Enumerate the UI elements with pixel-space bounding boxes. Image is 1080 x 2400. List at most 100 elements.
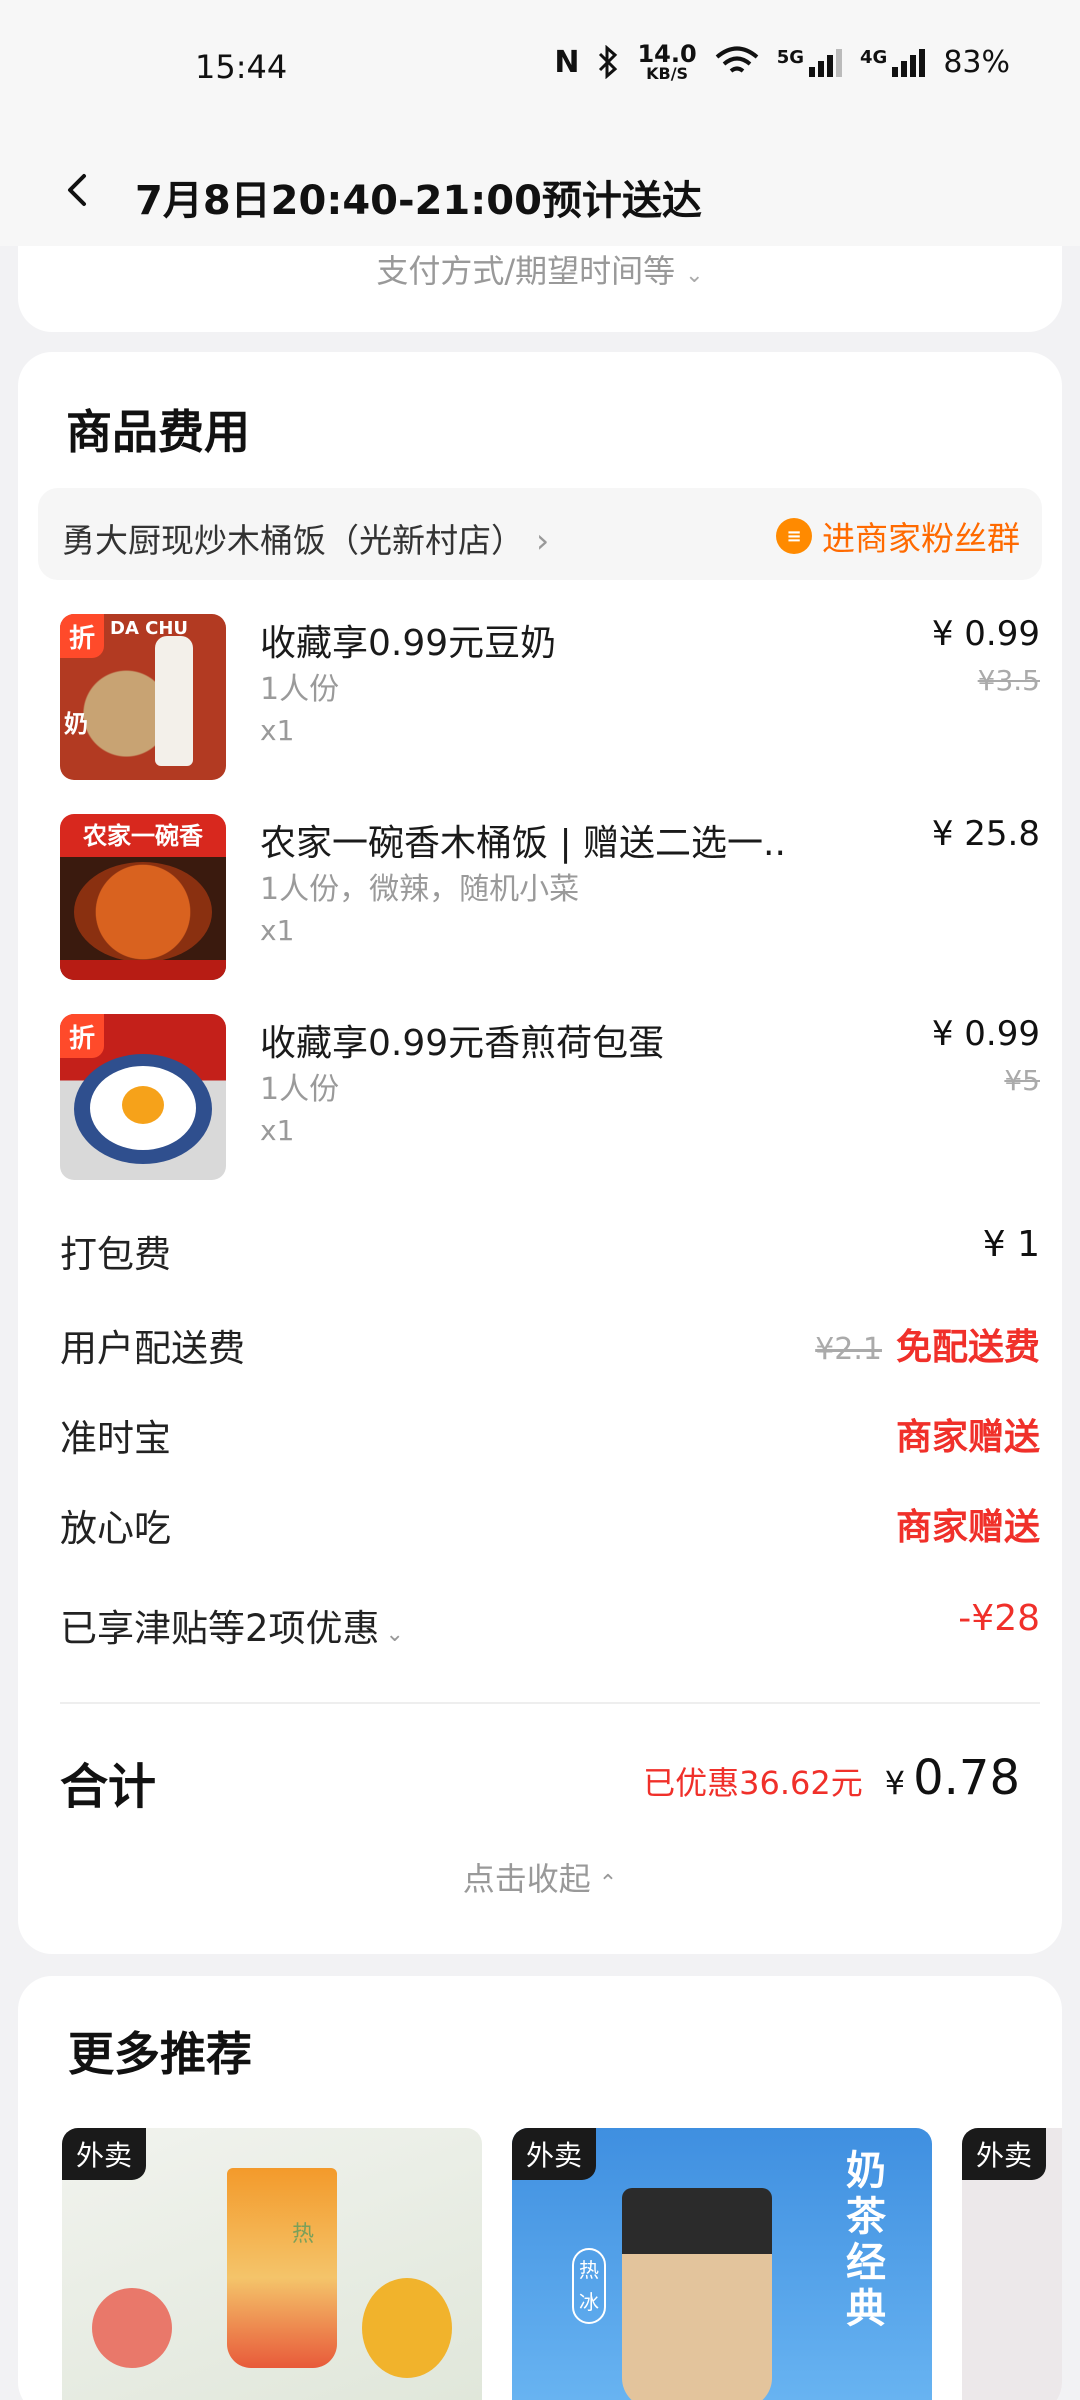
- nfc-icon: N: [554, 44, 580, 80]
- fee-value: ¥ 1: [982, 1224, 1040, 1265]
- bluetooth-icon: [599, 45, 618, 79]
- network-speed: 14.0 KB/S: [637, 42, 696, 82]
- discount-row[interactable]: 已享津贴等2项优惠 ⌄ -¥28: [60, 1598, 1040, 1658]
- milk-tea-cup-image: [622, 2188, 772, 2400]
- signal-5g-icon: 5G: [777, 47, 842, 77]
- promo-slogan: 奶茶经典: [846, 2148, 886, 2332]
- item-name: 农家一碗香木桶饭 | 赠送二选一..: [260, 823, 786, 864]
- payment-options-label: 支付方式/期望时间等: [376, 252, 676, 290]
- item-price: ¥ 0.99: [931, 1014, 1040, 1054]
- page-title: 7月8日20:40-21:00预计送达: [135, 178, 702, 224]
- total-label: 合计: [60, 1759, 157, 1815]
- item-qty: x1: [260, 1114, 295, 1147]
- net-speed-unit: KB/S: [646, 64, 689, 83]
- hot-cold-badge: 热冰: [572, 2248, 606, 2324]
- fee-label: 打包费: [60, 1233, 171, 1276]
- store-name-link[interactable]: 勇大厨现炒木桶饭（光新村店） ›: [62, 514, 549, 562]
- fee-value: -¥28: [958, 1598, 1040, 1639]
- discount-tag: 折: [60, 1014, 104, 1058]
- grapefruit-image: [92, 2288, 172, 2368]
- battery-level: 83%: [943, 44, 1010, 80]
- item-name: 收藏享0.99元香煎荷包蛋: [260, 1023, 665, 1064]
- item-spec: 1人份，微辣，随机小菜: [260, 872, 580, 907]
- mango-image: [362, 2278, 452, 2378]
- item-qty: x1: [260, 714, 295, 747]
- item-spec: 1人份: [260, 1072, 340, 1107]
- discount-toggle[interactable]: 已享津贴等2项优惠 ⌄: [60, 1598, 404, 1652]
- discount-tag: 折: [60, 614, 104, 658]
- total-summary: 已优惠36.62元 ¥0.78: [643, 1750, 1020, 1806]
- takeout-tag: 外卖: [512, 2128, 597, 2180]
- thumb-banner: 农家一碗香: [83, 822, 203, 850]
- chat-group-icon: ≡: [776, 518, 812, 554]
- takeout-tag: 外卖: [62, 2128, 147, 2180]
- fee-original-value: ¥2.1: [815, 1332, 882, 1367]
- fee-label: 准时宝: [60, 1417, 171, 1460]
- chevron-right-icon: ›: [536, 521, 550, 560]
- soy-milk-bottle-image: [155, 636, 193, 766]
- item-original-price: ¥3.5: [977, 664, 1040, 697]
- thumb-strip: [60, 960, 226, 980]
- item-thumbnail: 折: [60, 1014, 226, 1180]
- fee-label: 放心吃: [60, 1507, 171, 1550]
- fan-group-label: 进商家粉丝群: [822, 519, 1020, 558]
- fee-label: 已享津贴等2项优惠: [60, 1607, 380, 1650]
- status-bar: 15:44 N 14.0 KB/S 5G 4G 83%: [0, 0, 1080, 130]
- signal-4g-label: 4G: [860, 47, 888, 68]
- cold-label: 冰: [579, 2290, 599, 2314]
- item-qty: x1: [260, 914, 295, 947]
- packaging-fee-row: 打包费 ¥ 1: [60, 1224, 1040, 1284]
- item-price: ¥ 25.8: [931, 814, 1040, 854]
- egg-yolk-image: [122, 1086, 164, 1124]
- order-item[interactable]: 农家一碗香 农家一碗香木桶饭 | 赠送二选一.. 1人份，微辣，随机小菜 x1 …: [60, 814, 1040, 984]
- recommendation-card[interactable]: 外卖: [962, 2128, 1062, 2400]
- total-amount: 0.78: [913, 1750, 1020, 1806]
- chevron-down-icon: ⌄: [685, 263, 704, 288]
- order-item[interactable]: DA CHU 奶 折 收藏享0.99元豆奶 1人份 x1 ¥ 0.99 ¥3.5: [60, 614, 1040, 784]
- thumb-side-text: 奶: [64, 710, 88, 738]
- divider: [60, 1702, 1040, 1704]
- wifi-icon: [715, 46, 758, 73]
- item-thumbnail: 农家一碗香: [60, 814, 226, 980]
- recommendation-card[interactable]: 奶茶经典 热冰 外卖: [512, 2128, 932, 2400]
- back-icon[interactable]: [60, 172, 96, 208]
- payment-options-toggle[interactable]: 支付方式/期望时间等 ⌄: [18, 246, 1062, 292]
- thumb-brand: DA CHU: [110, 618, 189, 639]
- total-currency: ¥: [884, 1764, 906, 1802]
- fee-value: 商家赠送: [895, 1507, 1040, 1548]
- fee-value: 免配送费: [895, 1327, 1040, 1368]
- page-header: 7月8日20:40-21:00预计送达: [0, 130, 1080, 246]
- status-icons: N 14.0 KB/S 5G 4G 83%: [554, 42, 1010, 82]
- fan-group-button[interactable]: ≡ 进商家粉丝群: [776, 512, 1020, 560]
- hot-cold-label: 热: [292, 2222, 315, 2247]
- saved-amount: 已优惠36.62元: [643, 1764, 863, 1802]
- on-time-guarantee-row: 准时宝 商家赠送: [60, 1408, 1040, 1468]
- fee-label: 用户配送费: [60, 1327, 245, 1370]
- fees-card: 商品费用 勇大厨现炒木桶饭（光新村店） › ≡ 进商家粉丝群 DA CHU 奶 折…: [18, 352, 1062, 1954]
- fee-value: 商家赠送: [895, 1417, 1040, 1458]
- signal-4g-icon: 4G: [860, 47, 926, 77]
- hot-label: 热: [579, 2258, 599, 2282]
- payment-card: 支付方式/期望时间等 ⌄: [18, 246, 1062, 332]
- store-bar[interactable]: 勇大厨现炒木桶饭（光新村店） › ≡ 进商家粉丝群: [38, 488, 1042, 580]
- recommendation-card[interactable]: 热 外卖: [62, 2128, 482, 2400]
- item-name: 收藏享0.99元豆奶: [260, 623, 557, 664]
- order-item[interactable]: 折 收藏享0.99元香煎荷包蛋 1人份 x1 ¥ 0.99 ¥5: [60, 1014, 1040, 1184]
- item-spec: 1人份: [260, 672, 340, 707]
- recommendations-title: 更多推荐: [68, 2027, 252, 2081]
- store-name: 勇大厨现炒木桶饭（光新村店）: [62, 521, 524, 560]
- chevron-up-icon: ⌃: [598, 1871, 618, 1896]
- collapse-button[interactable]: 点击收起 ⌃: [18, 1854, 1062, 1900]
- status-time: 15:44: [195, 48, 288, 86]
- chevron-down-icon: ⌄: [385, 1622, 404, 1647]
- rice-bowl-image: [74, 862, 212, 962]
- total-amount-group: ¥0.78: [885, 1750, 1020, 1806]
- delivery-fee-row: 用户配送费 ¥2.1 免配送费: [60, 1318, 1040, 1378]
- net-speed-value: 14.0: [637, 40, 697, 68]
- section-title: 商品费用: [66, 405, 250, 459]
- item-price: ¥ 0.99: [931, 614, 1040, 654]
- recommendations-card: 更多推荐 热 外卖 奶茶经典 热冰 外卖 外卖: [18, 1976, 1062, 2400]
- collapse-label: 点击收起: [462, 1860, 591, 1898]
- fee-value-group: ¥2.1 免配送费: [815, 1318, 1040, 1370]
- takeout-tag: 外卖: [962, 2128, 1047, 2180]
